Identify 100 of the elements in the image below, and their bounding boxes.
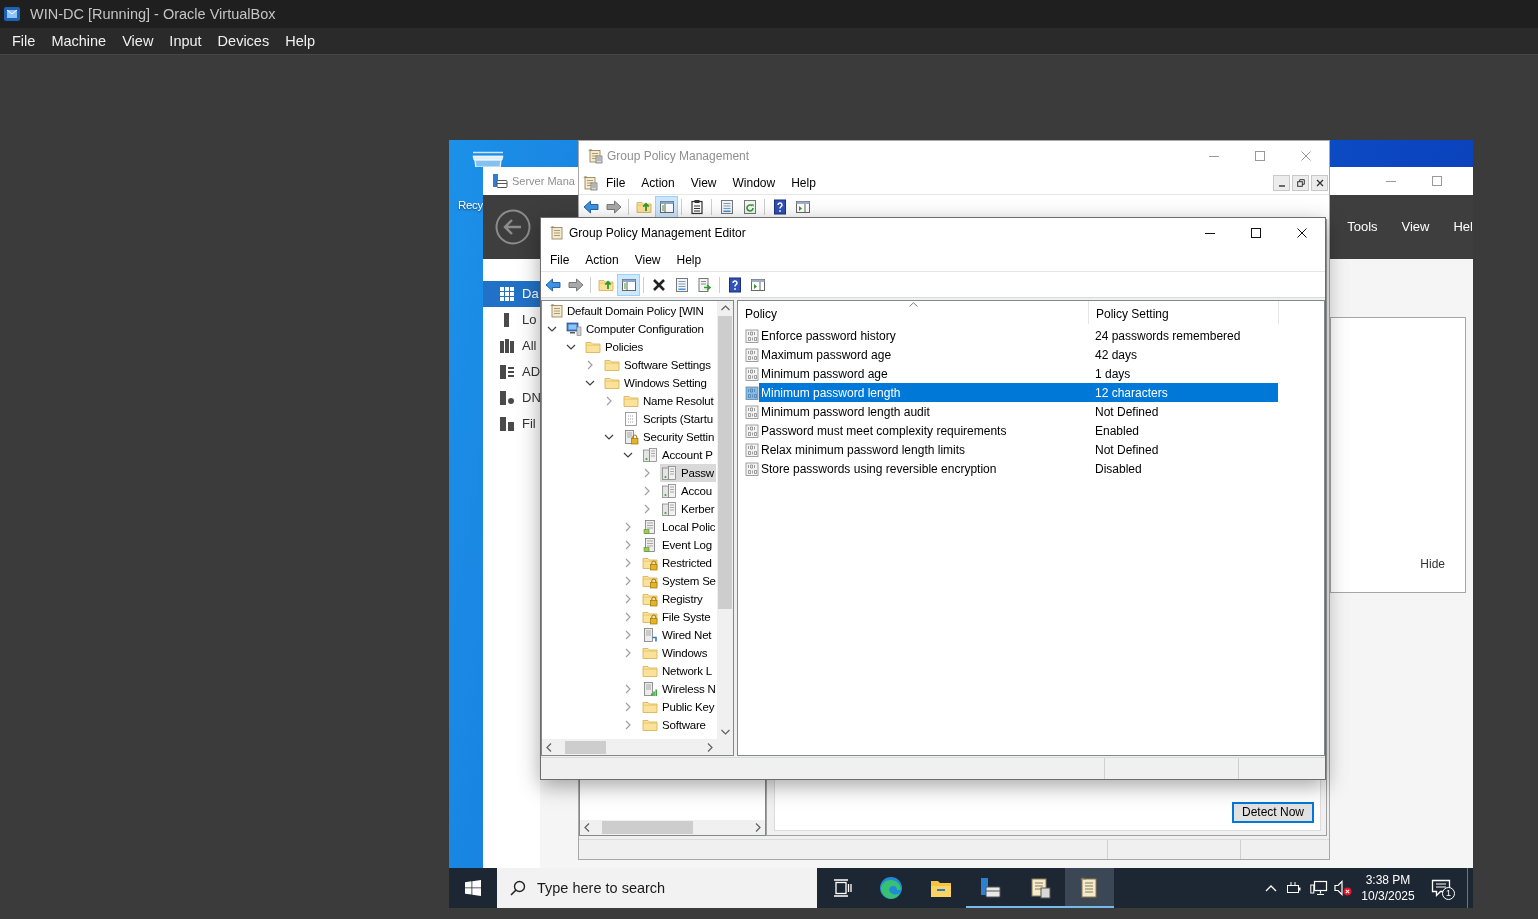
- scroll-up-icon[interactable]: [720, 305, 730, 311]
- menu-item[interactable]: Hel: [1441, 218, 1473, 236]
- column-header[interactable]: Policy: [738, 301, 1088, 324]
- collapse-icon[interactable]: [623, 450, 633, 460]
- menu-item[interactable]: Devices: [209, 29, 278, 53]
- expand-icon[interactable]: [604, 396, 614, 406]
- tree-item[interactable]: Software: [641, 716, 708, 734]
- sidebar-item[interactable]: All: [483, 333, 540, 359]
- menu-item[interactable]: Machine: [43, 29, 115, 53]
- minimize-button[interactable]: [1273, 174, 1290, 191]
- detect-now-button[interactable]: Detect Now: [1231, 802, 1314, 823]
- menu-item[interactable]: View: [682, 172, 725, 193]
- clock[interactable]: 3:38 PM 10/3/2025: [1355, 868, 1421, 908]
- expand-icon[interactable]: [623, 720, 633, 730]
- tree-item[interactable]: Kerber: [660, 500, 717, 518]
- menu-item[interactable]: Window: [724, 172, 784, 193]
- menu-item[interactable]: File: [4, 29, 44, 53]
- restore-button[interactable]: [1292, 174, 1309, 191]
- expand-icon[interactable]: [623, 522, 633, 532]
- tree-item[interactable]: Windows: [641, 644, 710, 662]
- collapse-icon[interactable]: [566, 342, 576, 352]
- tree-item[interactable]: Policies: [584, 338, 646, 356]
- tree-item[interactable]: Computer Configuration: [565, 320, 706, 338]
- scrollbar-thumb[interactable]: [565, 740, 606, 754]
- scroll-right-icon[interactable]: [755, 823, 761, 832]
- tree-item[interactable]: System Se: [641, 572, 718, 590]
- tree-item[interactable]: Public Key: [641, 698, 717, 716]
- table-row[interactable]: Enforce password history 24 passwords remembered: [759, 326, 1278, 345]
- hide-link[interactable]: Hide: [1420, 557, 1445, 572]
- collapse-icon[interactable]: [604, 432, 614, 442]
- tree-item[interactable]: Accou: [660, 482, 714, 500]
- tree-item[interactable]: Passw: [660, 464, 716, 482]
- menu-item[interactable]: Action: [577, 249, 627, 270]
- menu-item[interactable]: Help: [668, 249, 710, 270]
- collapse-icon[interactable]: [547, 324, 557, 334]
- menu-item[interactable]: Input: [161, 29, 210, 53]
- tree-item[interactable]: Security Settin: [622, 428, 717, 446]
- tree-item[interactable]: Name Resolut: [622, 392, 716, 410]
- tree-item[interactable]: Local Polic: [641, 518, 718, 536]
- menu-item[interactable]: File: [542, 249, 578, 270]
- scrollbar-thumb[interactable]: [718, 316, 732, 609]
- search-field[interactable]: Type here to search: [497, 868, 817, 908]
- tree-item[interactable]: Network L: [641, 662, 714, 680]
- expand-icon[interactable]: [623, 540, 633, 550]
- menu-item[interactable]: View: [1389, 218, 1442, 236]
- table-row[interactable]: Minimum password length audit Not Defined: [759, 402, 1278, 421]
- tree-item[interactable]: Wireless N: [641, 680, 718, 698]
- menu-item[interactable]: Action: [633, 172, 683, 193]
- scroll-left-icon[interactable]: [584, 823, 590, 832]
- tree-item[interactable]: Account P: [641, 446, 715, 464]
- menu-item[interactable]: Help: [783, 172, 824, 193]
- sidebar-item[interactable]: Fil: [483, 411, 540, 437]
- menu-item[interactable]: File: [598, 172, 634, 193]
- table-row[interactable]: Relax minimum password length limits Not Defined: [759, 440, 1278, 459]
- expand-icon[interactable]: [623, 558, 633, 568]
- menu-item[interactable]: Help: [277, 29, 323, 53]
- menu-item[interactable]: Tools: [1335, 218, 1390, 236]
- expand-icon[interactable]: [623, 576, 633, 586]
- scroll-right-icon[interactable]: [707, 742, 713, 752]
- table-row[interactable]: Maximum password age 42 days: [759, 345, 1278, 364]
- table-row[interactable]: Password must meet complexity requirements Enabled: [759, 421, 1278, 440]
- menu-item[interactable]: View: [626, 249, 669, 270]
- menu-item[interactable]: View: [114, 29, 162, 53]
- tree-item[interactable]: Restricted: [641, 554, 714, 572]
- tree-item[interactable]: Default Domain Policy [WIN: [548, 302, 706, 320]
- taskbar-button[interactable]: [1064, 868, 1114, 908]
- tree-item[interactable]: Software Settings: [603, 356, 713, 374]
- collapse-icon[interactable]: [585, 378, 595, 388]
- sidebar-item[interactable]: AD: [483, 359, 540, 385]
- expand-icon[interactable]: [623, 702, 633, 712]
- recycle-bin-icon[interactable]: [469, 150, 507, 167]
- scroll-left-icon[interactable]: [546, 742, 552, 752]
- tree-item[interactable]: Windows Setting: [603, 374, 709, 392]
- tree-item[interactable]: File Syste: [641, 608, 713, 626]
- table-row[interactable]: Minimum password length 12 characters: [759, 383, 1278, 402]
- expand-icon[interactable]: [642, 468, 652, 478]
- sidebar-item[interactable]: Da: [483, 281, 540, 307]
- expand-icon[interactable]: [623, 630, 633, 640]
- column-header[interactable]: Policy Setting: [1088, 301, 1278, 324]
- tree-item[interactable]: Event Log: [641, 536, 714, 554]
- expand-icon[interactable]: [623, 684, 633, 694]
- close-button[interactable]: [1311, 174, 1328, 191]
- scroll-down-icon[interactable]: [720, 729, 730, 735]
- scroll-server-icon[interactable]: [582, 174, 598, 191]
- expand-icon[interactable]: [585, 360, 595, 370]
- expand-icon[interactable]: [642, 504, 652, 514]
- tree-item[interactable]: Wired Net: [641, 626, 714, 644]
- expand-icon[interactable]: [623, 594, 633, 604]
- notifications-button[interactable]: 1: [1421, 868, 1461, 908]
- expand-icon[interactable]: [642, 486, 652, 496]
- sidebar-item[interactable]: DN: [483, 385, 540, 411]
- tree-item[interactable]: Registry: [641, 590, 705, 608]
- table-row[interactable]: Minimum password age 1 days: [759, 364, 1278, 383]
- expand-icon[interactable]: [623, 648, 633, 658]
- tree-item[interactable]: Scripts (Startu: [622, 410, 715, 428]
- table-row[interactable]: Store passwords using reversible encryption Disabled: [759, 459, 1278, 478]
- back-icon[interactable]: [495, 209, 531, 245]
- sidebar-item[interactable]: Lo: [483, 307, 540, 333]
- scrollbar-thumb[interactable]: [602, 821, 693, 834]
- expand-icon[interactable]: [623, 612, 633, 622]
